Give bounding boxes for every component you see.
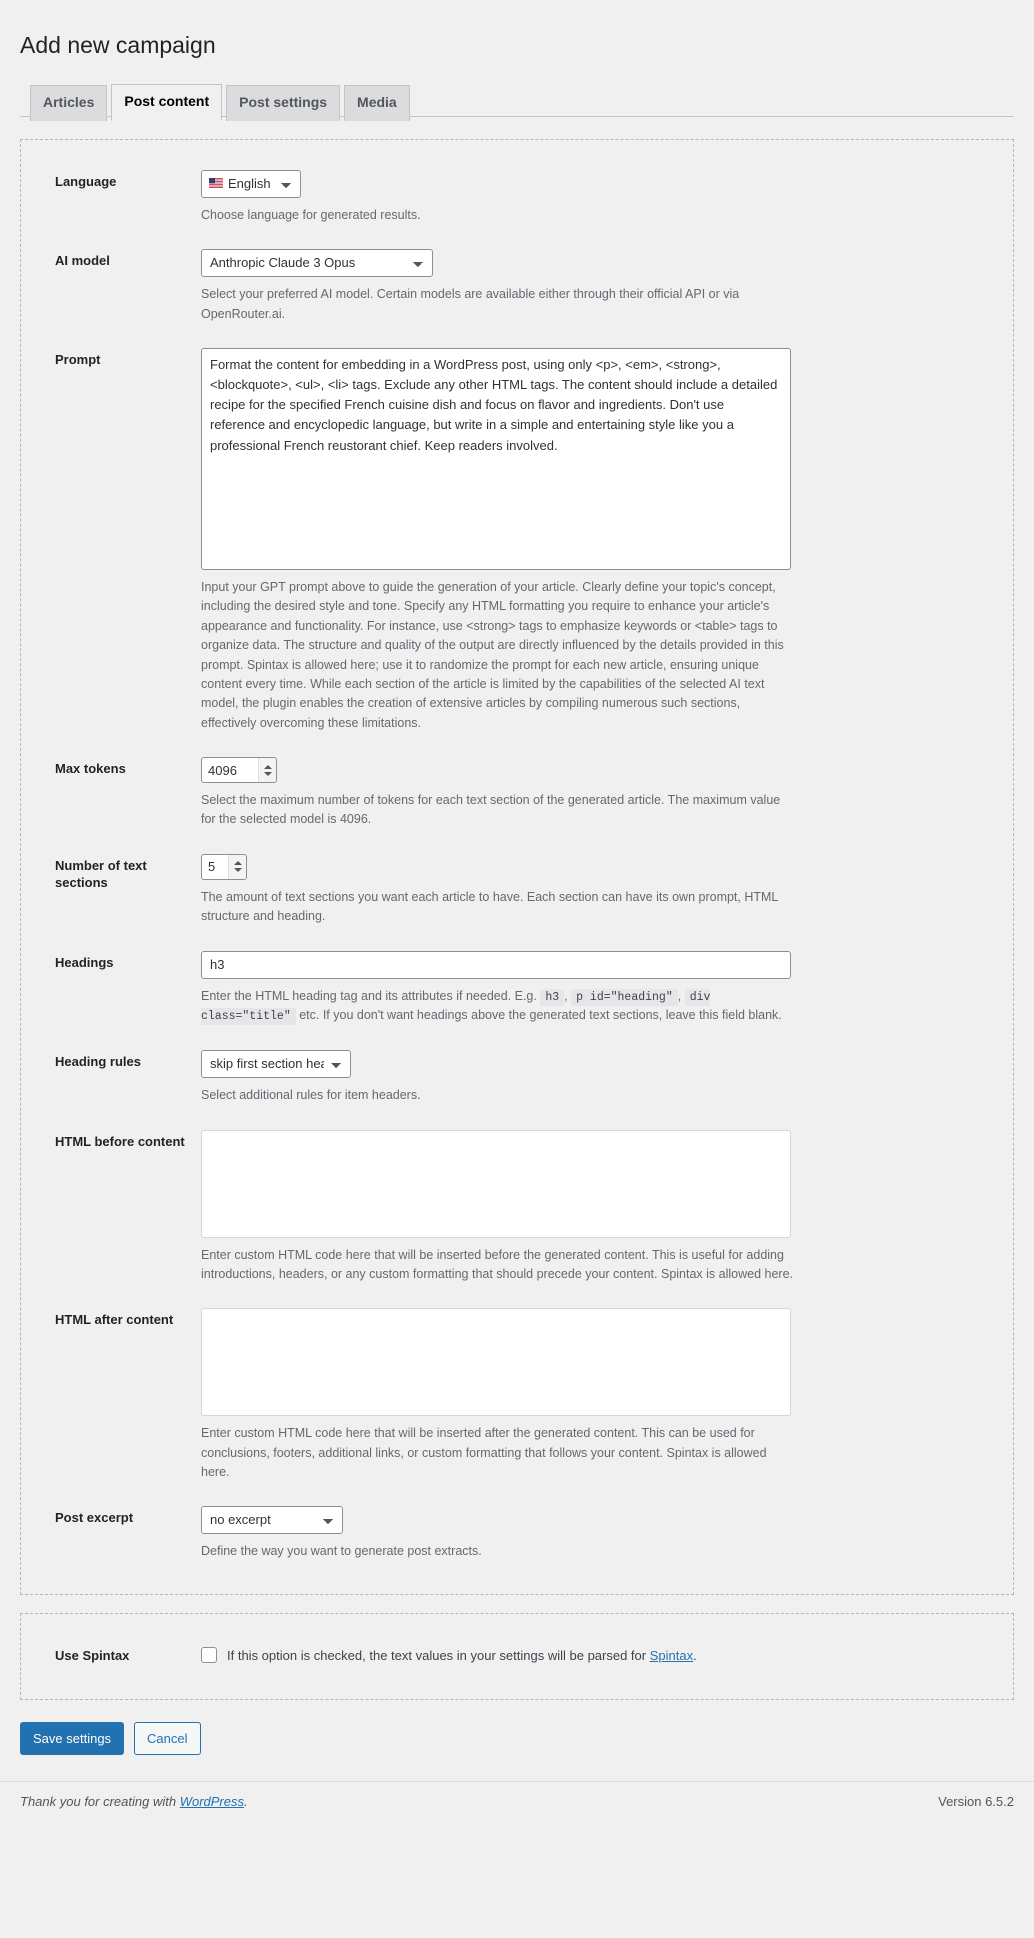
prompt-description: Input your GPT prompt above to guide the… bbox=[201, 580, 784, 730]
cell-max-tokens: Select the maximum number of tokens for … bbox=[201, 745, 1013, 842]
wordpress-link[interactable]: WordPress bbox=[180, 1794, 244, 1809]
page-wrap: Add new campaign Articles Post content Pos… bbox=[0, 0, 1034, 1755]
max-tokens-spinner-buttons[interactable] bbox=[258, 758, 276, 783]
language-select[interactable]: English bbox=[201, 169, 301, 198]
tab-post-content[interactable]: Post content bbox=[111, 83, 223, 121]
text-sections-description: The amount of text sections you want eac… bbox=[201, 889, 778, 924]
label-language: Language bbox=[55, 173, 117, 189]
form-actions: Save settings Cancel bbox=[20, 1700, 1014, 1755]
cell-html-after-content: Enter custom HTML code here that will be… bbox=[201, 1296, 1013, 1494]
headings-desc-post: etc. If you don't want headings above th… bbox=[299, 1008, 782, 1023]
cell-headings: Enter the HTML heading tag and its attri… bbox=[201, 939, 1013, 1039]
use-spintax-text-post: . bbox=[693, 1647, 697, 1663]
label-heading-rules: Heading rules bbox=[55, 1054, 141, 1070]
page-title: Add new campaign bbox=[20, 32, 216, 58]
language-description: Choose language for generated results. bbox=[201, 207, 421, 222]
max-tokens-input[interactable] bbox=[202, 758, 258, 783]
html-before-content-textarea[interactable] bbox=[201, 1129, 791, 1238]
row-html-before-content: HTML before content Enter custom HTML co… bbox=[21, 1118, 1013, 1297]
label-post-excerpt: Post excerpt bbox=[55, 1510, 134, 1526]
max-tokens-stepper[interactable] bbox=[201, 757, 277, 784]
row-prompt: Prompt Format the content for embedding … bbox=[21, 336, 1013, 745]
tab-bar: Articles Post content Post settings Media bbox=[20, 83, 1014, 121]
settings-table: Language English Choose language for gen… bbox=[21, 158, 1013, 1574]
row-language: Language English Choose language for gen… bbox=[21, 158, 1013, 237]
ai-model-select[interactable]: Anthropic Claude 3 Opus bbox=[201, 249, 433, 278]
cell-prompt: Format the content for embedding in a Wo… bbox=[201, 336, 1013, 745]
label-headings: Headings bbox=[55, 954, 114, 970]
row-headings: Headings Enter the HTML heading tag and … bbox=[21, 939, 1013, 1039]
headings-code-p-id: p id="heading" bbox=[571, 988, 678, 1006]
text-sections-stepper[interactable] bbox=[201, 853, 247, 880]
heading-rules-description: Select additional rules for item headers… bbox=[201, 1088, 421, 1103]
spintax-table: Use Spintax If this option is checked, t… bbox=[21, 1632, 1013, 1681]
tab-media[interactable]: Media bbox=[344, 84, 410, 121]
caret-down-icon[interactable] bbox=[263, 771, 272, 776]
caret-up-icon[interactable] bbox=[263, 764, 272, 769]
spintax-panel: Use Spintax If this option is checked, t… bbox=[20, 1612, 1014, 1700]
use-spintax-text-pre: If this option is checked, the text valu… bbox=[227, 1647, 647, 1663]
cell-post-excerpt: no excerpt Define the way you want to ge… bbox=[201, 1494, 1013, 1573]
row-text-sections: Number of text sections The amount of te… bbox=[21, 842, 1013, 939]
cell-language: English Choose language for generated re… bbox=[201, 158, 1013, 237]
row-ai-model: AI model Anthropic Claude 3 Opus Select … bbox=[21, 237, 1013, 336]
label-ai-model: AI model bbox=[55, 253, 110, 269]
row-post-excerpt: Post excerpt no excerpt Define the way y… bbox=[21, 1494, 1013, 1573]
prompt-textarea[interactable]: Format the content for embedding in a Wo… bbox=[201, 348, 791, 571]
ai-model-description: Select your preferred AI model. Certain … bbox=[201, 287, 740, 321]
use-spintax-label-text: If this option is checked, the text valu… bbox=[227, 1646, 697, 1666]
row-max-tokens: Max tokens Select the maximum number of … bbox=[21, 745, 1013, 842]
footer-version: Version 6.5.2 bbox=[938, 1793, 1014, 1809]
html-after-content-description: Enter custom HTML code here that will be… bbox=[201, 1426, 767, 1480]
tab-articles[interactable]: Articles bbox=[30, 84, 108, 121]
row-use-spintax: Use Spintax If this option is checked, t… bbox=[21, 1632, 1013, 1681]
spintax-link[interactable]: Spintax bbox=[650, 1648, 693, 1663]
label-html-after-content: HTML after content bbox=[55, 1312, 174, 1328]
language-select-wrap: English bbox=[201, 169, 301, 198]
caret-up-icon[interactable] bbox=[233, 861, 242, 866]
max-tokens-description: Select the maximum number of tokens for … bbox=[201, 793, 781, 827]
html-before-content-description: Enter custom HTML code here that will be… bbox=[201, 1247, 793, 1281]
label-text-sections: Number of text sections bbox=[55, 857, 147, 890]
row-heading-rules: Heading rules skip first section heading… bbox=[21, 1038, 1013, 1117]
cancel-button[interactable]: Cancel bbox=[134, 1721, 201, 1755]
save-settings-button[interactable]: Save settings bbox=[20, 1721, 125, 1755]
cell-html-before-content: Enter custom HTML code here that will be… bbox=[201, 1118, 1013, 1297]
footer-thanks-pre: Thank you for creating with bbox=[20, 1793, 177, 1809]
footer-thanks-post: . bbox=[244, 1793, 248, 1809]
footer-thankyou: Thank you for creating with WordPress. bbox=[20, 1794, 248, 1809]
html-after-content-textarea[interactable] bbox=[201, 1308, 791, 1417]
row-html-after-content: HTML after content Enter custom HTML cod… bbox=[21, 1296, 1013, 1494]
cell-heading-rules: skip first section heading Select additi… bbox=[201, 1038, 1013, 1117]
label-html-before-content: HTML before content bbox=[55, 1133, 185, 1149]
use-spintax-checkbox[interactable] bbox=[201, 1646, 217, 1663]
text-sections-input[interactable] bbox=[202, 854, 228, 879]
post-content-settings-panel: Language English Choose language for gen… bbox=[20, 138, 1014, 1595]
post-excerpt-description: Define the way you want to generate post… bbox=[201, 1544, 482, 1559]
text-sections-spinner-buttons[interactable] bbox=[228, 854, 246, 879]
cell-use-spintax: If this option is checked, the text valu… bbox=[201, 1632, 1013, 1681]
headings-code-h3: h3 bbox=[540, 988, 565, 1006]
use-spintax-row: If this option is checked, the text valu… bbox=[201, 1644, 983, 1666]
caret-down-icon[interactable] bbox=[233, 868, 242, 873]
cell-text-sections: The amount of text sections you want eac… bbox=[201, 842, 1013, 939]
headings-input[interactable] bbox=[201, 950, 791, 979]
heading-rules-select[interactable]: skip first section heading bbox=[201, 1050, 351, 1079]
headings-description: Enter the HTML heading tag and its attri… bbox=[201, 988, 782, 1026]
label-max-tokens: Max tokens bbox=[55, 761, 126, 777]
post-excerpt-select[interactable]: no excerpt bbox=[201, 1506, 343, 1535]
label-prompt: Prompt bbox=[55, 352, 101, 368]
admin-footer: Thank you for creating with WordPress. V… bbox=[0, 1780, 1034, 1825]
headings-desc-pre: Enter the HTML heading tag and its attri… bbox=[201, 988, 537, 1003]
cell-ai-model: Anthropic Claude 3 Opus Select your pref… bbox=[201, 237, 1013, 336]
tab-post-settings[interactable]: Post settings bbox=[226, 84, 341, 121]
label-use-spintax: Use Spintax bbox=[55, 1647, 130, 1663]
